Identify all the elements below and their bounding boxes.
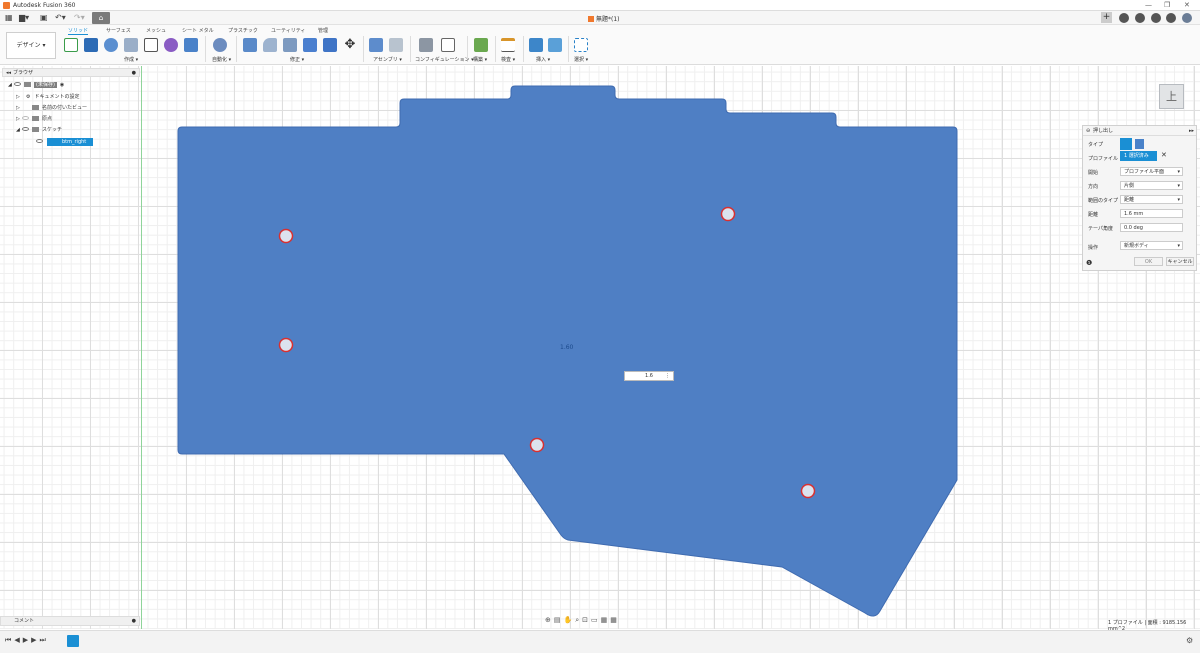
chevron-down-icon: ▾	[1177, 169, 1180, 175]
sketch-profile-svg	[177, 85, 958, 617]
pin-icon[interactable]: ●	[132, 69, 136, 77]
start-label: 開始	[1088, 170, 1099, 176]
expand-triangle-icon[interactable]: ◢	[16, 126, 22, 135]
distance-field[interactable]: 1.6 mm	[1120, 209, 1183, 218]
visibility-eye-icon[interactable]	[36, 139, 43, 143]
extent-type-label: 範囲のタイプ	[1088, 198, 1119, 204]
folder-icon	[32, 105, 39, 110]
extrude-dialog-title: 押し出し	[1093, 128, 1114, 134]
extrude-type-surface-icon[interactable]	[1135, 139, 1144, 149]
browser-item-label: ドキュメントの設定	[34, 94, 80, 100]
hole-marker[interactable]	[720, 206, 736, 222]
timeline-controls: ⏮◀▶▶⏭	[5, 636, 49, 645]
play-icon[interactable]: ▶	[23, 636, 31, 644]
dimension-label: 1.60	[560, 344, 574, 351]
extrude-type-body-icon[interactable]	[1120, 138, 1132, 150]
comments-label: コメント	[14, 618, 35, 624]
taper-angle-field[interactable]: 0.0 deg	[1120, 223, 1183, 232]
go-start-icon[interactable]: ⏮	[5, 636, 14, 644]
gear-icon: ⚙	[26, 94, 31, 100]
collapse-icon[interactable]: ◂◂	[6, 69, 11, 77]
timeline	[0, 630, 1200, 653]
browser-item-label: 名前の付いたビュー	[42, 105, 88, 111]
visibility-eye-icon[interactable]	[14, 82, 21, 86]
expand-triangle-icon[interactable]: ▷	[16, 104, 22, 113]
navigation-bar: ⊕▤✋⌕⊡▭▦▦	[545, 616, 657, 626]
extrude-dialog: ⊖ 押し出し ▸▸ タイプ プロファイル 開始 プロファイル平面 ▾ 方向 片側 ▾ 範…	[1082, 125, 1197, 271]
collapse-icon[interactable]: ⊖	[1086, 126, 1090, 136]
menu-dots-icon[interactable]: ⋮	[665, 372, 670, 381]
info-icon[interactable]: ❶	[1086, 259, 1092, 267]
viewcube[interactable]: 上	[1159, 84, 1184, 109]
chevron-down-icon: ▾	[1177, 183, 1180, 189]
browser-item-label: 原点	[42, 116, 53, 122]
taper-angle-label: テーパ角度	[1088, 226, 1113, 232]
browser-item-sketches[interactable]: ◢ スケッチ	[16, 126, 62, 135]
distance-input-value: 1.6	[645, 373, 653, 379]
browser-title: ブラウザ	[13, 70, 34, 76]
extent-type-value: 距離	[1124, 197, 1135, 203]
operation-label: 操作	[1088, 245, 1099, 251]
browser-item-document-settings[interactable]: ▷ ⚙ ドキュメントの設定	[16, 93, 80, 102]
distance-input[interactable]: 1.6 ⋮	[624, 371, 674, 381]
folder-icon	[32, 116, 39, 121]
expand-triangle-icon[interactable]: ▷	[16, 115, 22, 124]
expand-arrow-icon[interactable]: ▸▸	[1189, 126, 1194, 136]
extrude-dialog-header: ⊖ 押し出し ▸▸	[1083, 126, 1196, 136]
document-icon	[24, 82, 31, 87]
browser-item-origin[interactable]: ▷ 原点	[16, 115, 52, 124]
visibility-eye-icon[interactable]	[22, 116, 29, 120]
step-back-icon[interactable]: ◀	[14, 636, 22, 644]
distance-label: 距離	[1088, 212, 1099, 218]
profile-selection-chip[interactable]: 1 選択済み	[1120, 151, 1157, 161]
direction-value: 片側	[1124, 183, 1135, 189]
hole-marker[interactable]	[278, 337, 294, 353]
hole-marker[interactable]	[800, 483, 816, 499]
expand-triangle-icon[interactable]: ▷	[16, 93, 22, 102]
viewports-icon[interactable]: ▦	[610, 616, 620, 624]
extrude-profile-shape[interactable]	[177, 85, 958, 617]
profile-value: 1 選択済み	[1124, 153, 1149, 159]
ok-button[interactable]: OK	[1134, 257, 1163, 266]
start-value: プロファイル平面	[1124, 169, 1165, 175]
clear-selection-icon[interactable]: ✕	[1161, 151, 1167, 159]
browser-item-eye[interactable]	[36, 138, 46, 147]
comments-panel[interactable]: コメント ●	[0, 616, 140, 626]
pin-icon[interactable]: ●	[132, 617, 136, 626]
profile-label: プロファイル	[1088, 156, 1119, 162]
browser-item-named-views[interactable]: ▷ 名前の付いたビュー	[16, 104, 87, 113]
direction-dropdown[interactable]: 片側 ▾	[1120, 181, 1183, 190]
browser-item-label: スケッチ	[42, 127, 63, 133]
fit-icon[interactable]: ⊡	[582, 616, 591, 624]
browser-item-btm-right[interactable]: btm_right	[47, 138, 93, 146]
orbit-icon[interactable]: ⊕	[545, 616, 554, 624]
go-end-icon[interactable]: ⏭	[39, 636, 48, 644]
browser-item-label: (未保存)	[34, 82, 57, 88]
browser-header[interactable]: ◂◂ ブラウザ ●	[2, 68, 140, 77]
visibility-eye-icon[interactable]	[22, 127, 29, 131]
chevron-down-icon: ▾	[1177, 243, 1180, 249]
hole-marker[interactable]	[278, 228, 294, 244]
type-label: タイプ	[1088, 142, 1104, 148]
grid-settings-icon[interactable]: ▦	[601, 616, 611, 624]
chevron-down-icon: ▾	[1177, 197, 1180, 203]
look-at-icon[interactable]: ▤	[554, 616, 564, 624]
cancel-button[interactable]: キャンセル	[1166, 257, 1194, 266]
hole-marker[interactable]	[529, 437, 545, 453]
gear-icon[interactable]: ⚙	[1186, 636, 1193, 645]
folder-icon	[32, 127, 39, 132]
expand-triangle-icon[interactable]: ◢	[8, 81, 14, 90]
browser-item-root[interactable]: ◢ (未保存) ◉	[8, 81, 64, 90]
pan-icon[interactable]: ✋	[564, 616, 576, 624]
direction-label: 方向	[1088, 184, 1099, 190]
radio-icon[interactable]: ◉	[60, 82, 64, 88]
operation-dropdown[interactable]: 新規ボディ ▾	[1120, 241, 1183, 250]
extent-type-dropdown[interactable]: 距離 ▾	[1120, 195, 1183, 204]
operation-value: 新規ボディ	[1124, 243, 1149, 249]
display-settings-icon[interactable]: ▭	[591, 616, 601, 624]
timeline-sketch-feature[interactable]	[67, 635, 79, 647]
start-dropdown[interactable]: プロファイル平面 ▾	[1120, 167, 1183, 176]
